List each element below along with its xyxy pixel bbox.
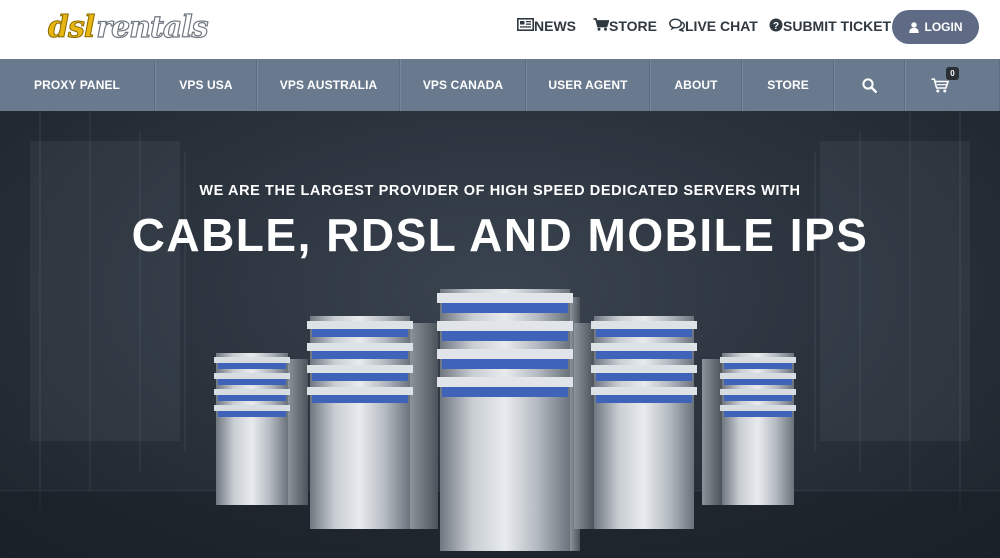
logo-text-dsl: dsl (47, 10, 95, 45)
cart-icon (593, 18, 610, 34)
question-circle-icon: ? (769, 18, 783, 35)
nav-item-about[interactable]: ABOUT (650, 59, 742, 111)
svg-text:?: ? (773, 20, 779, 31)
logo-text-rentals: rentals (96, 10, 210, 45)
cart-count-badge: 0 (946, 67, 959, 80)
nav-item-store[interactable]: STORE (742, 59, 834, 111)
login-label: LOGIN (924, 20, 963, 34)
login-button[interactable]: LOGIN (892, 10, 979, 44)
top-header: dsl rentals NEWS STORE LIVE CHAT ? SUBMIT… (0, 0, 1000, 59)
cart-icon (931, 77, 949, 93)
user-icon (908, 21, 919, 33)
server-tower-right (574, 316, 697, 529)
search-icon (862, 77, 877, 93)
nav-search-button[interactable] (834, 59, 905, 111)
toplink-news-label: NEWS (534, 18, 576, 34)
server-tower-center (437, 289, 580, 551)
toplink-submit-ticket-label: SUBMIT TICKET (783, 18, 892, 34)
nav-item-vps-usa[interactable]: VPS USA (155, 59, 257, 111)
toplink-store-label: STORE (609, 18, 657, 34)
server-towers-illustration (214, 289, 796, 551)
nav-item-vps-australia[interactable]: VPS AUSTRALIA (257, 59, 400, 111)
server-tower-far-right (702, 353, 796, 505)
newspaper-icon (517, 18, 534, 34)
nav-item-proxy-panel[interactable]: PROXY PANEL (0, 59, 155, 111)
site-logo[interactable]: dsl rentals (47, 10, 210, 45)
nav-item-user-agent[interactable]: USER AGENT (526, 59, 650, 111)
server-tower-left (307, 316, 438, 529)
server-tower-far-left (214, 353, 308, 505)
nav-cart-button[interactable]: 0 (905, 59, 1000, 111)
main-nav: PROXY PANEL VPS USA VPS AUSTRALIA VPS CA… (0, 59, 1000, 111)
toplink-submit-ticket[interactable]: ? SUBMIT TICKET (769, 16, 891, 36)
toplink-store[interactable]: STORE (593, 16, 657, 36)
chat-icon (669, 17, 685, 35)
toplink-live-chat[interactable]: LIVE CHAT (669, 16, 758, 36)
hero-banner: WE ARE THE LARGEST PROVIDER OF HIGH SPEE… (0, 111, 1000, 558)
toplink-news[interactable]: NEWS (517, 16, 576, 36)
toplink-live-chat-label: LIVE CHAT (685, 18, 758, 34)
nav-item-vps-canada[interactable]: VPS CANADA (400, 59, 526, 111)
